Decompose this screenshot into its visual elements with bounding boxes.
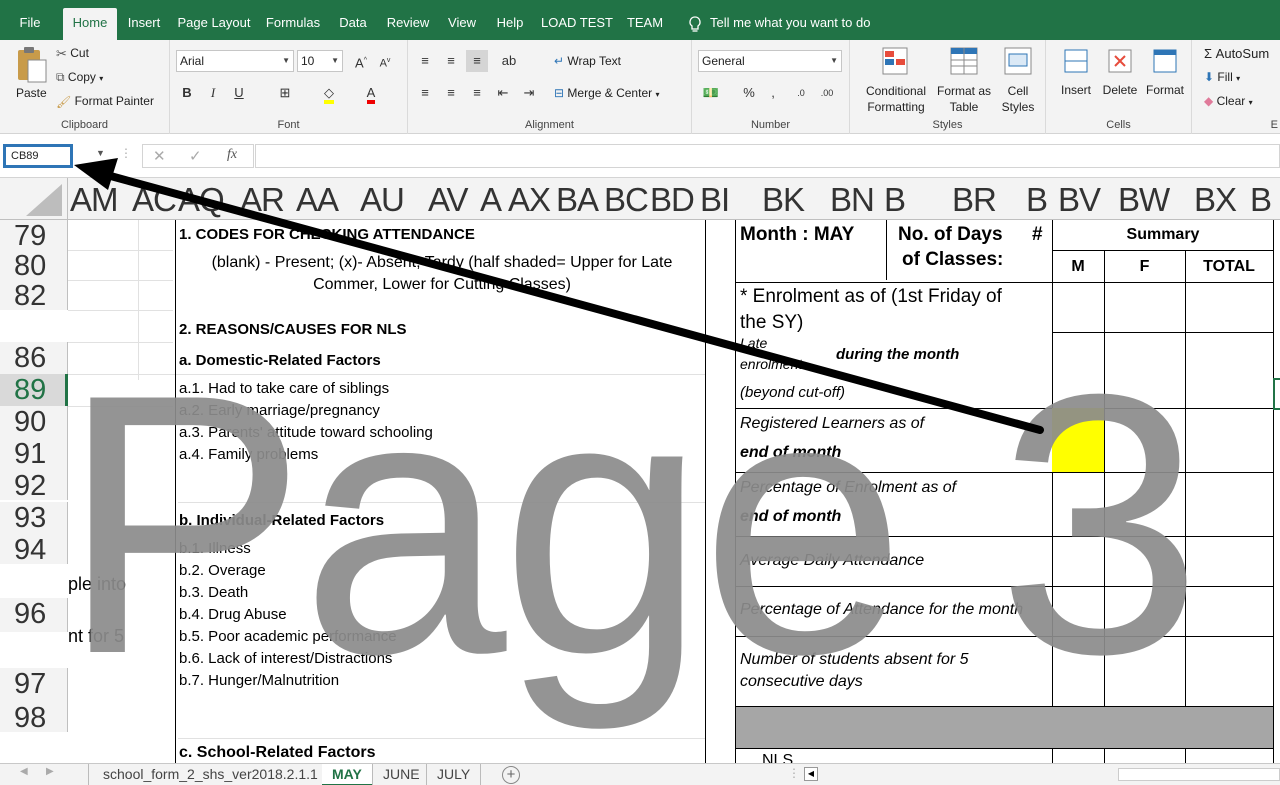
- excel-window: File Home Insert Page Layout Formulas Da…: [0, 0, 1280, 785]
- add-sheet-button[interactable]: +: [502, 766, 520, 784]
- scroll-left-icon[interactable]: ◀: [20, 766, 28, 777]
- tab-splitter-icon[interactable]: ⋮: [788, 766, 800, 780]
- scroll-right-icon[interactable]: ▶: [46, 766, 54, 777]
- sheet-tab-may[interactable]: MAY: [322, 764, 372, 785]
- sheet-tab-july[interactable]: JULY: [426, 764, 482, 785]
- hscroll-left-icon[interactable]: ◀: [804, 767, 818, 781]
- annotation-arrow: [74, 158, 1044, 434]
- sheet-tab-school-form[interactable]: school_form_2_shs_ver2018.2.1.1: [88, 764, 332, 785]
- sheet-tab-bar: ◀ ▶ school_form_2_shs_ver2018.2.1.1 MAY …: [0, 763, 1280, 785]
- horizontal-scrollbar[interactable]: [1118, 768, 1280, 781]
- sheet-tab-june[interactable]: JUNE: [372, 764, 430, 785]
